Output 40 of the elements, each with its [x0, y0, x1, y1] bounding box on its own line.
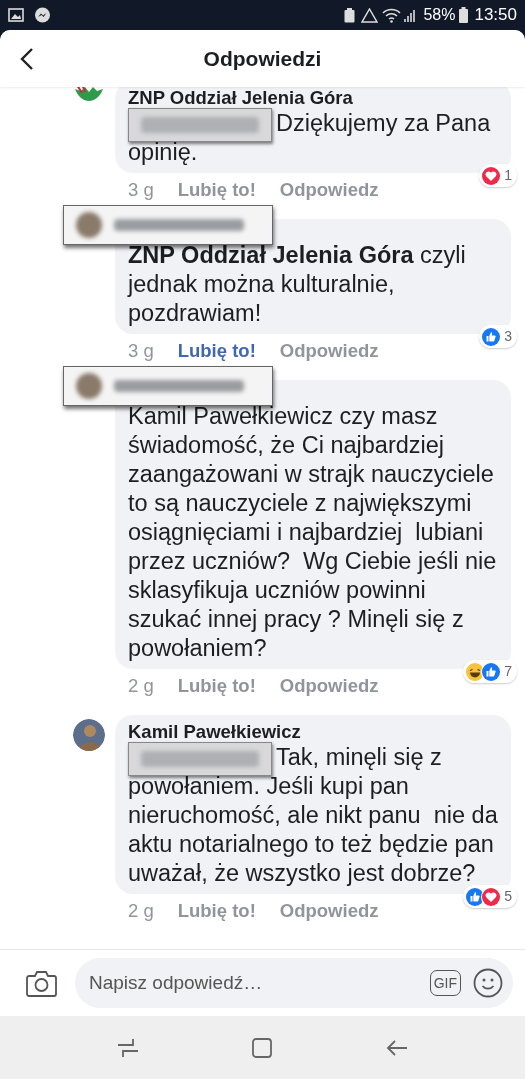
comment-time: 3 g [128, 339, 154, 364]
reaction-count[interactable]: 1 [479, 164, 517, 187]
image-icon [8, 8, 24, 22]
reply-link[interactable]: Odpowiedz [279, 176, 379, 204]
page-title: Odpowiedzi [203, 45, 322, 72]
home-icon[interactable] [252, 1037, 273, 1058]
reply-field[interactable]: Napisz odpowiedź… GIF [75, 958, 513, 1008]
comment-text: Kamil Pawełkiewicz czy masz świadomość, że Ci najbardziej zaangażowani w strajk nauczyciele to są nauczyciele z największymi osiągnięciami i najbardziej lubiani przez uczniów? Wg Ciebie jeśli nie sklasyfikuja uczniów powinni szukać innej pracy ? Minęli się z powołaniem? [128, 402, 498, 663]
signal-icon [403, 7, 418, 23]
comment-time: 2 g [128, 899, 154, 924]
author-name[interactable]: Kamil Pawełkiewicz [128, 721, 498, 743]
author-name[interactable]: ZNP Oddział Jelenia Góra [128, 87, 498, 109]
like-link[interactable]: Lubię to! [177, 176, 256, 204]
like-link[interactable]: Lubię to! [177, 672, 256, 700]
battery-saver-icon [344, 7, 356, 23]
like-link[interactable]: Lubię to! [177, 897, 256, 925]
comment-text: ZNP Oddział Jelenia Góra czyli jednak można kulturalnie, pozdrawiam! [128, 241, 467, 328]
recent-apps-icon[interactable] [116, 1036, 139, 1059]
reply-link[interactable]: Odpowiedz [279, 672, 379, 700]
reaction-count[interactable]: 7 [463, 660, 517, 683]
battery-icon [459, 7, 469, 23]
comment-time: 3 g [128, 178, 154, 203]
reaction-count[interactable]: 3 [479, 325, 517, 348]
comment-time: 2 g [128, 674, 154, 699]
reply-link[interactable]: Odpowiedz [279, 337, 379, 365]
emoji-icon[interactable] [473, 968, 503, 998]
camera-icon[interactable] [26, 969, 57, 997]
reaction-count[interactable]: 5 [463, 885, 517, 908]
back-button[interactable] [18, 47, 36, 71]
clock: 13:50 [474, 4, 517, 27]
reply-link[interactable]: Odpowiedz [279, 897, 379, 925]
back-icon[interactable] [386, 1038, 409, 1057]
messenger-icon [34, 6, 51, 24]
battery-percent: 58% [423, 5, 456, 25]
gif-button[interactable]: GIF [429, 970, 461, 996]
like-link[interactable]: Lubię to! [177, 337, 256, 365]
comment-text: Tak, minęli się z powołaniem. Jeśli kupi pan nieruchomość, ale nikt panu nie da aktu notarialnego to też będzie pan uważał, że wszystko jest dobrze? [128, 743, 498, 888]
comment-text: Dziękujemy za Pana opinię. [128, 109, 492, 167]
warning-icon [361, 7, 379, 23]
wifi-icon [382, 7, 402, 23]
